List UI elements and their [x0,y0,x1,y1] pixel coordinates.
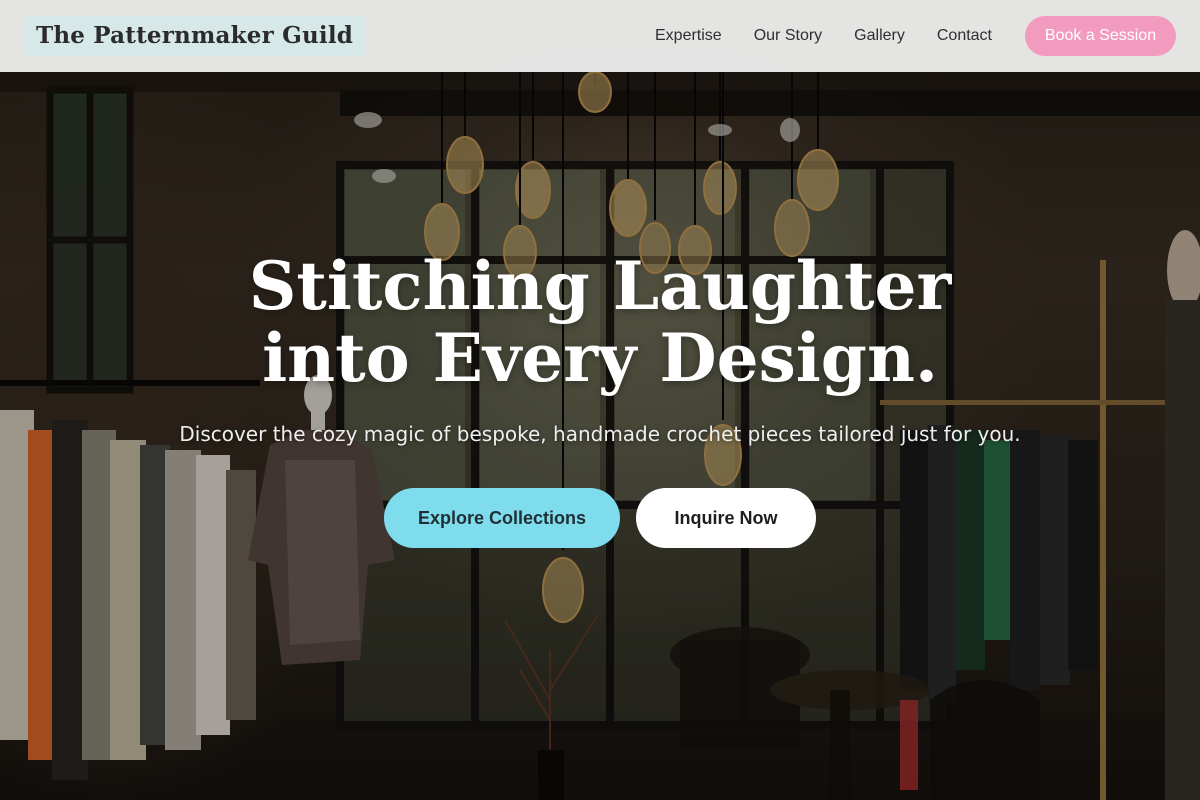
nav-link-gallery[interactable]: Gallery [854,27,905,45]
brand-logo[interactable]: The Patternmaker Guild [24,16,366,56]
explore-collections-button[interactable]: Explore Collections [384,488,620,548]
hero-headline: Stitching Laughter into Every Design. [248,247,952,397]
hero-subheading: Discover the cozy magic of bespoke, hand… [179,422,1021,446]
site-header: The Patternmaker Guild Expertise Our Sto… [0,0,1200,72]
book-session-button[interactable]: Book a Session [1025,16,1176,56]
nav-link-expertise[interactable]: Expertise [655,27,722,45]
inquire-now-button[interactable]: Inquire Now [636,488,816,548]
hero-content: Stitching Laughter into Every Design. Di… [0,250,1200,548]
main-nav: Expertise Our Story Gallery Contact [655,27,992,45]
nav-link-contact[interactable]: Contact [937,27,992,45]
hero-button-group: Explore Collections Inquire Now [0,488,1200,548]
nav-link-our-story[interactable]: Our Story [754,27,822,45]
